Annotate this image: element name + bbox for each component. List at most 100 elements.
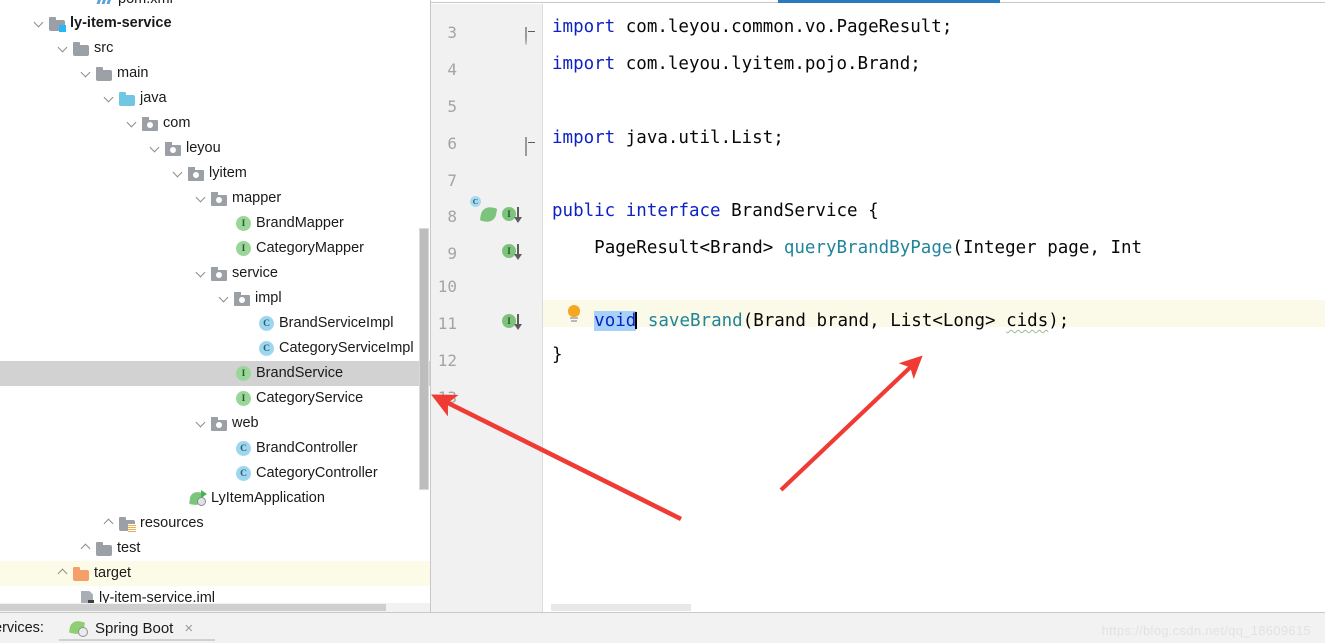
tree-row-test[interactable]: test xyxy=(0,536,431,561)
code-line-9[interactable]: PageResult<Brand> queryBrandByPage(Integ… xyxy=(552,238,1142,258)
return-type: PageResult<Brand> xyxy=(594,238,774,258)
package-icon xyxy=(165,141,181,156)
package-icon xyxy=(211,191,227,206)
chevron-down-icon[interactable] xyxy=(103,92,116,105)
source-folder-icon xyxy=(119,91,135,106)
keyword-public: public xyxy=(552,201,616,221)
code-text: com.leyou.common.vo.PageResult; xyxy=(615,17,953,37)
chevron-down-icon[interactable] xyxy=(80,67,93,80)
line-number: 9 xyxy=(447,244,457,263)
tree-row-service[interactable]: service xyxy=(0,261,431,286)
code-line-6[interactable]: import java.util.List; xyxy=(552,128,784,148)
tree-row-brandcontroller[interactable]: C BrandController xyxy=(0,436,431,461)
package-icon xyxy=(211,266,227,281)
chevron-right-icon[interactable] xyxy=(80,542,93,555)
active-tab-indicator xyxy=(778,0,1000,3)
class-icon: C xyxy=(236,466,251,481)
tree-row-categorycontroller[interactable]: C CategoryController xyxy=(0,461,431,486)
interface-icon: I xyxy=(236,241,251,256)
package-icon xyxy=(188,166,204,181)
tree-row-com[interactable]: com xyxy=(0,111,431,136)
tree-row-label: impl xyxy=(255,290,282,306)
code-line-11[interactable]: void saveBrand(Brand brand, List<Long> c… xyxy=(552,311,1069,331)
code-line-3[interactable]: import com.leyou.common.vo.PageResult; xyxy=(552,17,952,37)
chevron-down-icon[interactable] xyxy=(195,417,208,430)
tree-row-label: resources xyxy=(140,515,204,531)
tree-row-label: BrandService xyxy=(256,365,344,381)
chevron-right-icon[interactable] xyxy=(103,517,116,530)
tree-row-resources[interactable]: resources xyxy=(0,511,431,536)
tree-row-ly-item-service[interactable]: ly-item-service xyxy=(0,11,431,36)
editor-gutter[interactable]: 3 4 5 6 7 8 9 10 11 12 13 C I I I xyxy=(431,4,543,612)
tree-row-categoryserviceimpl[interactable]: C CategoryServiceImpl xyxy=(0,336,431,361)
resources-folder-icon xyxy=(119,516,136,532)
chevron-down-icon[interactable] xyxy=(33,17,46,30)
fold-region-end-icon[interactable] xyxy=(525,137,537,156)
code-line-4[interactable]: import com.leyou.lyitem.pojo.Brand; xyxy=(552,54,921,74)
tree-row-web[interactable]: web xyxy=(0,411,431,436)
method-params-pre: (Brand brand, List<Long> xyxy=(742,311,1007,331)
tree-row-src[interactable]: src xyxy=(0,36,431,61)
keyword-import: import xyxy=(552,54,616,74)
tree-row-label: test xyxy=(117,540,141,556)
tree-row-lyitem[interactable]: lyitem xyxy=(0,161,431,186)
tree-row-categoryservice[interactable]: I CategoryService xyxy=(0,386,431,411)
interface-icon: I xyxy=(236,391,251,406)
class-icon: C xyxy=(259,316,274,331)
tree-row-categorymapper[interactable]: I CategoryMapper xyxy=(0,236,431,261)
line-number: 10 xyxy=(437,277,457,296)
tree-row-mapper[interactable]: mapper xyxy=(0,186,431,211)
open-brace: { xyxy=(868,201,879,221)
code-editor[interactable]: 3 4 5 6 7 8 9 10 11 12 13 C I I I import… xyxy=(431,0,1325,612)
close-icon[interactable]: × xyxy=(184,621,193,636)
module-folder-icon xyxy=(49,16,66,32)
method-name: queryBrandByPage xyxy=(783,238,953,258)
ide-window: pom.xml ly-item-service src xyxy=(0,0,1325,643)
tree-row-impl[interactable]: impl xyxy=(0,286,431,311)
tree-row-lyitemapplication[interactable]: LyItemApplication xyxy=(0,486,431,511)
chevron-down-icon[interactable] xyxy=(172,167,185,180)
service-tab-underline xyxy=(59,639,215,641)
tree-row-label: target xyxy=(94,565,132,581)
tree-row-label: service xyxy=(232,265,278,281)
tree-row-brandserviceimpl[interactable]: C BrandServiceImpl xyxy=(0,311,431,336)
tree-row-leyou[interactable]: leyou xyxy=(0,136,431,161)
chevron-down-icon[interactable] xyxy=(149,142,162,155)
line-number: 13 xyxy=(437,388,457,407)
project-tool-window[interactable]: pom.xml ly-item-service src xyxy=(0,0,431,604)
unused-parameter-warning: cids xyxy=(1006,311,1049,331)
method-name: saveBrand xyxy=(647,311,743,331)
fold-region-start-icon[interactable] xyxy=(525,27,537,45)
chevron-down-icon[interactable] xyxy=(218,292,231,305)
class-icon: C xyxy=(259,341,274,356)
tree-horizontal-scrollbar-thumb[interactable] xyxy=(0,604,386,611)
chevron-right-icon[interactable] xyxy=(57,567,70,580)
code-line-12[interactable]: } xyxy=(552,345,563,365)
editor-horizontal-scrollbar[interactable] xyxy=(551,604,691,611)
tree-row-label: BrandMapper xyxy=(256,215,344,231)
chevron-down-icon[interactable] xyxy=(126,117,139,130)
tree-row-main[interactable]: main xyxy=(0,61,431,86)
gutter-divider xyxy=(542,4,543,612)
spring-boot-run-icon xyxy=(189,490,207,506)
line-number: 8 xyxy=(447,207,457,226)
line-number: 7 xyxy=(447,171,457,190)
package-icon xyxy=(142,116,158,131)
chevron-down-icon[interactable] xyxy=(57,42,70,55)
tree-row-iml-file[interactable]: ly-item-service.iml xyxy=(0,586,431,604)
tree-row-brandmapper[interactable]: I BrandMapper xyxy=(0,211,431,236)
line-number: 4 xyxy=(447,60,457,79)
watermark: https://blog.csdn.net/qq_18609615 xyxy=(1101,623,1311,638)
tree-row-label: CategoryController xyxy=(256,465,378,481)
chevron-down-icon[interactable] xyxy=(195,267,208,280)
tree-row-target[interactable]: target xyxy=(0,561,431,586)
line-number: 12 xyxy=(437,351,457,370)
tree-row-java[interactable]: java xyxy=(0,86,431,111)
interface-icon: I xyxy=(236,216,251,231)
services-label: ervices: xyxy=(0,620,44,636)
code-line-8[interactable]: public interface BrandService { xyxy=(552,201,879,221)
selected-text-void[interactable]: void xyxy=(594,311,637,331)
chevron-down-icon[interactable] xyxy=(195,192,208,205)
method-params-post: ); xyxy=(1048,311,1070,331)
tree-row-brandservice[interactable]: I BrandService xyxy=(0,361,431,386)
